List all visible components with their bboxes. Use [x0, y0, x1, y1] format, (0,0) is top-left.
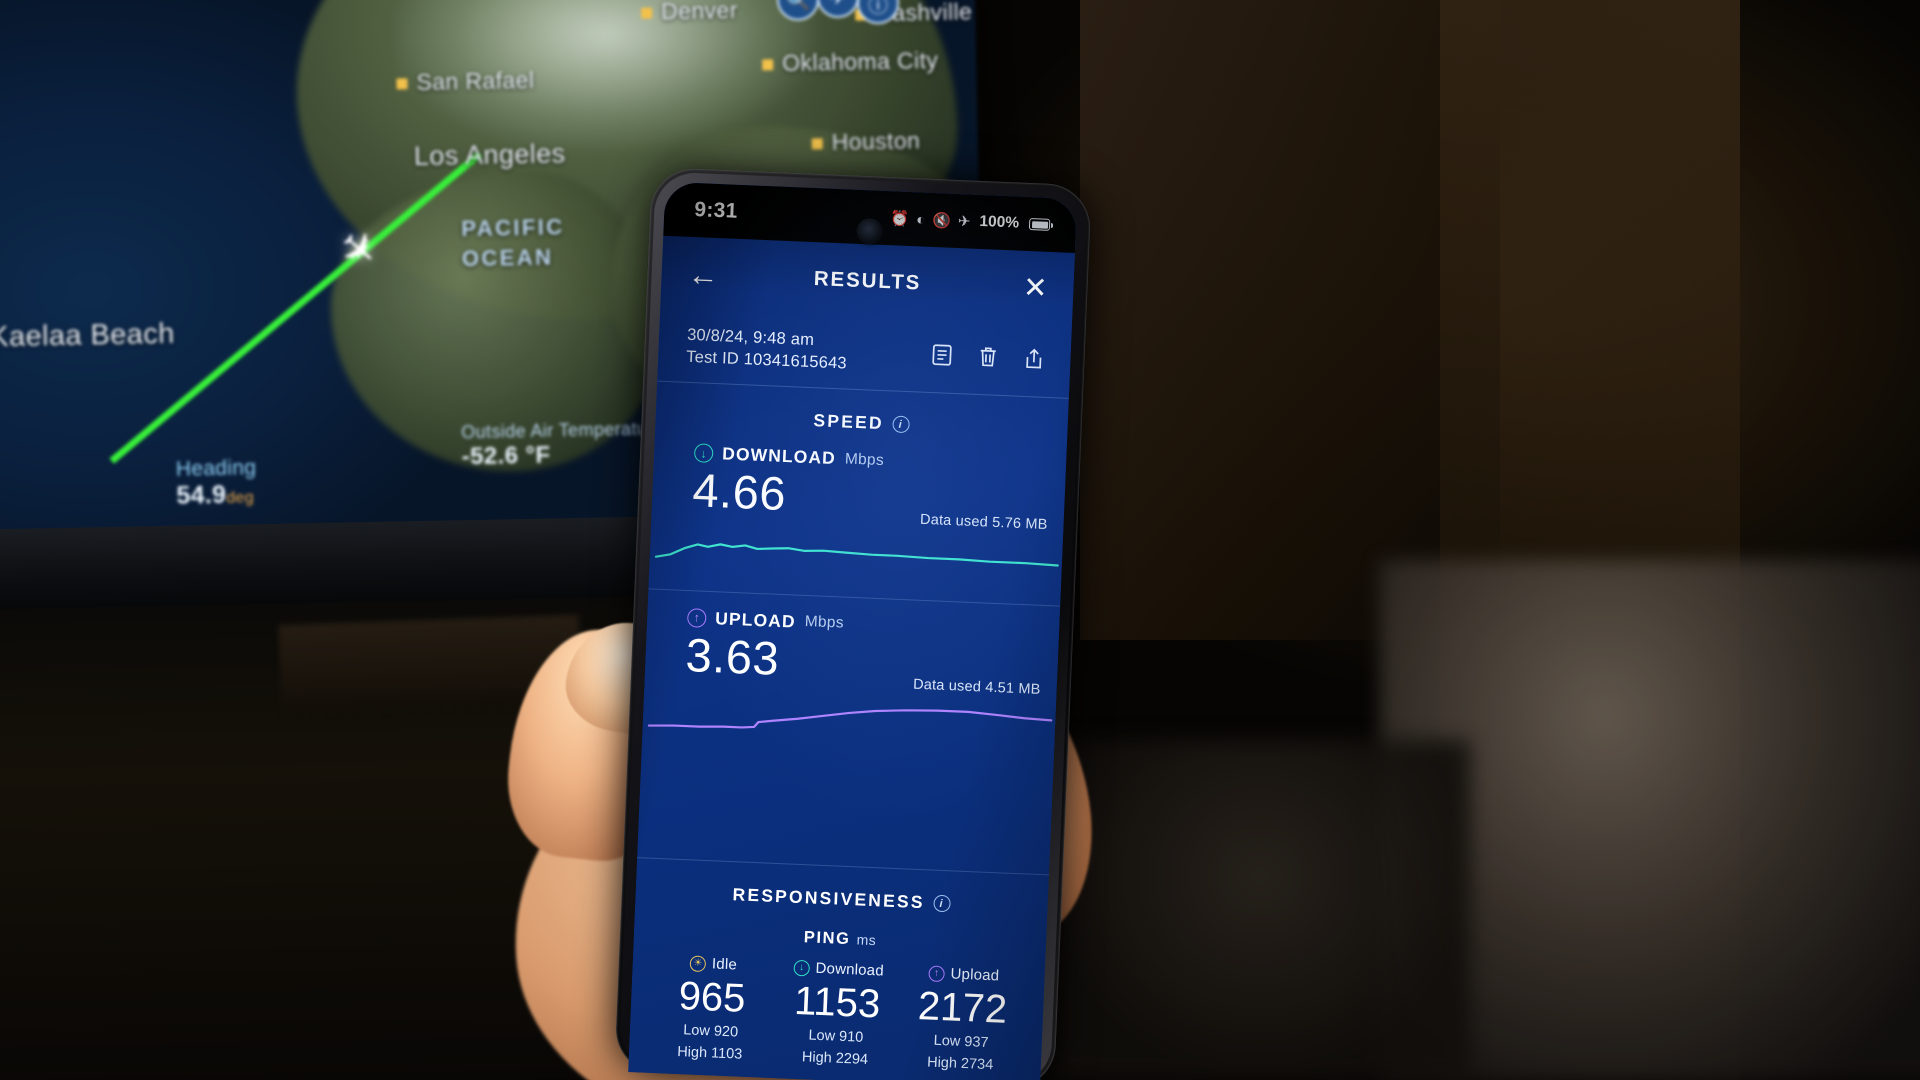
cabin-wall-panel	[1080, 0, 1500, 640]
smartphone: 9:31 ⏰ ◐ 🔇 ✈ 100% ← RESULTS ✕ 30/8/24, 9…	[614, 167, 1092, 1080]
ping-download-value: 1153	[793, 978, 882, 1027]
ping-title: PING ms	[634, 921, 1046, 957]
download-unit: Mbps	[844, 450, 885, 469]
map-city-houston: Houston	[811, 127, 920, 156]
upload-arrow-icon: ↑	[686, 607, 707, 628]
info-icon[interactable]: i	[892, 415, 911, 434]
status-time: 9:31	[693, 198, 739, 223]
battery-percent: 100%	[979, 212, 1020, 232]
page-title: RESULTS	[813, 267, 922, 295]
ping-upload-label: Upload	[950, 965, 1000, 985]
close-icon[interactable]: ✕	[1005, 271, 1048, 304]
ping-idle-high: High 1103	[676, 1043, 743, 1063]
upload-metric: ↑ UPLOAD Mbps 3.63 Data used 4.51 MB	[645, 605, 1060, 697]
mute-icon: 🔇	[931, 211, 952, 230]
phone-screen: 9:31 ⏰ ◐ 🔇 ✈ 100% ← RESULTS ✕ 30/8/24, 9…	[628, 181, 1078, 1080]
test-actions	[931, 343, 1045, 376]
map-city-los-angeles: Los Angeles	[413, 138, 566, 172]
wifi-icon: ◐	[915, 210, 926, 229]
upload-icon: ↑	[928, 964, 945, 982]
map-outside-air-temperature: Outside Air Temperature -52.6 °F	[461, 418, 665, 471]
battery-icon	[1028, 218, 1051, 231]
ping-idle-label: Idle	[711, 955, 738, 974]
ping-download-label: Download	[815, 959, 885, 980]
details-icon[interactable]	[931, 343, 953, 372]
status-icons: ⏰ ◐ 🔇 ✈ 100%	[890, 209, 1051, 234]
map-city-oklahoma-city: Oklahoma City	[762, 47, 939, 77]
responsiveness-divider	[637, 857, 1049, 876]
info-icon[interactable]: i	[933, 894, 952, 913]
responsiveness-section: RESPONSIVENESS i PING ms ☀ Idle 965 Low …	[628, 839, 1049, 1080]
alarm-icon: ⏰	[890, 209, 910, 228]
map-city-denver: Denver	[641, 0, 738, 26]
ping-grid: ☀ Idle 965 Low 920 High 1103 ↓ Download …	[629, 952, 1045, 1079]
upload-unit: Mbps	[804, 613, 845, 632]
ping-column-idle: ☀ Idle 965 Low 920 High 1103	[647, 953, 777, 1068]
test-meta-text: 30/8/24, 9:48 am Test ID 10341615643	[686, 324, 933, 378]
map-city-kaelaa-beach: Kaelaa Beach	[0, 317, 175, 354]
ping-upload-high: High 2734	[926, 1054, 994, 1073]
ping-unit: ms	[856, 931, 877, 949]
download-arrow-icon: ↓	[693, 443, 714, 463]
share-icon[interactable]	[1023, 346, 1045, 375]
back-arrow-icon[interactable]: ←	[687, 256, 730, 292]
map-ocean-label: PACIFIC OCEAN	[461, 214, 565, 271]
flight-path-line	[109, 151, 483, 464]
speed-section: SPEED i ↓ DOWNLOAD Mbps 4.66 Data used 5…	[642, 382, 1068, 752]
airplane-mode-icon: ✈	[957, 212, 971, 231]
ping-column-upload: ↑ Upload 2172 Low 937 High 2734	[897, 963, 1027, 1078]
upload-label: UPLOAD	[714, 607, 797, 632]
ping-title-text: PING	[803, 928, 851, 949]
ping-column-download: ↓ Download 1153 Low 910 High 2294	[772, 958, 902, 1073]
ping-upload-value: 2172	[917, 984, 1008, 1032]
speed-divider	[648, 588, 1061, 607]
responsiveness-section-title: RESPONSIVENESS i	[635, 880, 1048, 918]
idle-icon: ☀	[689, 954, 707, 972]
delete-icon[interactable]	[977, 344, 999, 373]
ping-idle-value: 965	[677, 974, 747, 1021]
download-icon: ↓	[793, 959, 810, 976]
screenshot-stage: ✈ Denver Nashville San Rafael Oklahoma C…	[0, 0, 1920, 1080]
speed-title-text: SPEED	[813, 410, 885, 434]
map-city-san-rafael: San Rafael	[396, 67, 535, 97]
ping-download-high: High 2294	[801, 1048, 869, 1068]
speed-section-title: SPEED i	[655, 404, 1068, 442]
map-heading-readout: Heading 54.9deg	[175, 456, 257, 510]
responsiveness-title-text: RESPONSIVENESS	[732, 884, 926, 913]
